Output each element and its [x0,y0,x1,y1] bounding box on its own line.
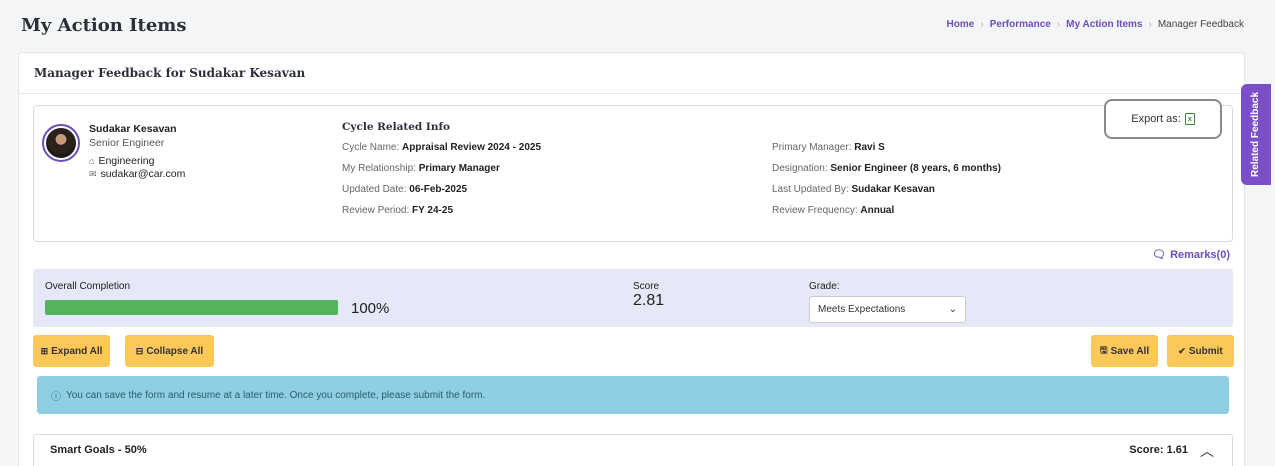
chevron-right-icon: › [1148,19,1152,30]
chevron-up-icon[interactable]: ︿ [1200,441,1214,461]
department-label: Engineering [98,155,155,167]
score-label: Score [633,281,660,292]
plus-square-icon: ⊞ [40,345,49,356]
avatar [42,124,80,162]
review-frequency-label: Review Frequency: [772,205,858,216]
employee-name: Sudakar Kesavan [89,123,177,135]
profile-panel: Sudakar Kesavan Senior Engineer ⌂ Engine… [33,99,1233,242]
last-updated-by-row: Last Updated By: Sudakar Kesavan [772,184,935,195]
related-feedback-tab[interactable]: Related Feedback [1241,84,1271,185]
chevron-right-icon: › [1056,19,1061,30]
info-alert: ⓘ You can save the form and resume at a … [37,376,1229,414]
check-circle-icon: ✔ [1178,345,1186,356]
cycle-name-label: Cycle Name: [342,142,400,153]
updated-date-value: 06-Feb-2025 [409,184,468,195]
home-icon: ⌂ [89,156,95,166]
smart-goals-title: Smart Goals - 50% [50,444,147,456]
primary-manager-label: Primary Manager: [772,142,852,153]
primary-manager-value: Ravi S [854,142,885,153]
employee-department: ⌂ Engineering [89,155,154,167]
minus-square-icon: ⊟ [135,345,144,356]
designation-row: Designation: Senior Engineer (8 years, 6… [772,163,1001,174]
manager-feedback-card: Manager Feedback for Sudakar Kesavan Sud… [18,52,1245,466]
email-label: sudakar@car.com [100,168,186,180]
submit-button[interactable]: ✔ Submit [1167,335,1234,367]
cycle-name-row: Cycle Name: Appraisal Review 2024 - 2025 [342,142,541,153]
updated-date-label: Updated Date: [342,184,407,195]
completion-progress-bar [45,300,338,315]
page-title: My Action Items [21,15,187,36]
completion-panel: Overall Completion 100% Score 2.81 Grade… [33,269,1233,327]
grade-label: Grade: [809,281,840,292]
grade-select[interactable]: Meets Expectations ⌄ [809,296,966,323]
submit-label: Submit [1188,345,1223,357]
designation-label: Designation: [772,163,828,174]
breadcrumb-current: Manager Feedback [1157,19,1244,30]
excel-export-icon[interactable]: x [1184,113,1195,125]
cycle-info-title: Cycle Related Info [342,121,450,133]
chevron-right-icon: › [980,19,984,30]
breadcrumb-performance[interactable]: Performance [990,19,1051,30]
expand-all-button[interactable]: ⊞ Expand All [33,335,110,367]
smart-goals-score: Score: 1.61 [1129,444,1188,456]
review-period-value: FY 24-25 [412,205,453,216]
completion-percent: 100% [351,300,390,317]
info-alert-text: You can save the form and resume at a la… [66,389,486,401]
card-title: Manager Feedback for Sudakar Kesavan [19,53,1244,94]
breadcrumb-home[interactable]: Home [947,19,975,30]
save-all-label: Save All [1110,345,1150,357]
completion-progress-fill [45,300,338,315]
cycle-name-value: Appraisal Review 2024 - 2025 [402,142,542,153]
chevron-down-icon: ⌄ [948,304,957,315]
export-label: Export as: [1131,113,1181,125]
save-all-button[interactable]: 🖫 Save All [1091,335,1158,367]
grade-selected-value: Meets Expectations [818,304,906,315]
smart-goals-section[interactable]: Smart Goals - 50% Score: 1.61 ︿ [33,434,1233,466]
relationship-row: My Relationship: Primary Manager [342,163,500,174]
collapse-all-label: Collapse All [146,345,204,357]
overall-completion-label: Overall Completion [45,281,131,292]
breadcrumb: Home › Performance › My Action Items › M… [947,19,1244,30]
export-box: Export as: x [1104,99,1222,139]
review-period-row: Review Period: FY 24-25 [342,205,453,216]
remarks-label: Remarks(0) [1170,248,1230,261]
comments-icon: 🗨 [1152,249,1167,261]
primary-manager-row: Primary Manager: Ravi S [772,142,885,153]
score-value: 2.81 [633,292,665,309]
envelope-icon: ✉ [89,168,97,179]
relationship-label: My Relationship: [342,163,416,174]
remarks-link[interactable]: 🗨 Remarks(0) [1152,248,1230,262]
last-updated-by-value: Sudakar Kesavan [851,184,935,195]
updated-date-row: Updated Date: 06-Feb-2025 [342,184,467,195]
related-feedback-label: Related Feedback [1250,91,1262,178]
employee-email: ✉ sudakar@car.com [89,168,185,180]
review-frequency-value: Annual [860,205,895,216]
breadcrumb-my-action-items[interactable]: My Action Items [1066,19,1142,30]
expand-all-label: Expand All [51,345,103,357]
review-frequency-row: Review Frequency: Annual [772,205,894,216]
save-icon: 🖫 [1099,345,1108,355]
info-icon: ⓘ [51,391,61,403]
employee-role: Senior Engineer [89,137,165,149]
last-updated-by-label: Last Updated By: [772,184,849,195]
collapse-all-button[interactable]: ⊟ Collapse All [125,335,214,367]
review-period-label: Review Period: [342,205,410,216]
designation-value: Senior Engineer (8 years, 6 months) [830,163,1001,174]
relationship-value: Primary Manager [418,163,500,174]
